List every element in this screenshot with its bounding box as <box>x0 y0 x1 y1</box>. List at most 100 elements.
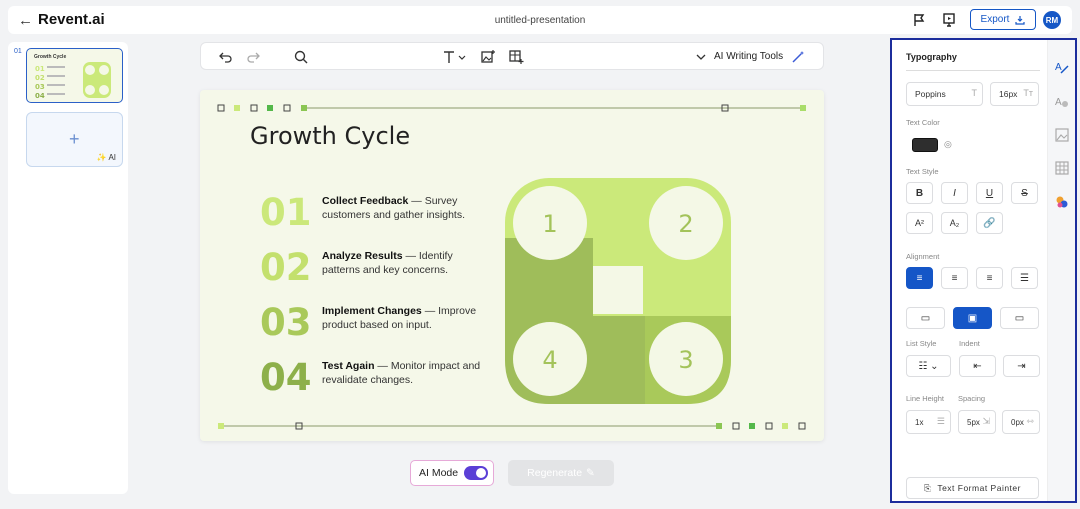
slide-number: 01 <box>14 48 22 55</box>
step-heading: Test Again <box>322 360 375 372</box>
spacing-icon: ⇲ <box>982 416 990 426</box>
strikethrough-button[interactable]: S <box>1011 182 1038 204</box>
svg-text:02: 02 <box>35 74 45 82</box>
image-add-icon[interactable] <box>480 49 496 65</box>
valign-top-icon: ▭ <box>920 312 931 324</box>
slide-title[interactable]: Growth Cycle <box>250 122 410 150</box>
sparkle-icon: ✨ <box>96 153 107 162</box>
add-slide-button[interactable]: + ✨ AI <box>26 112 123 167</box>
step-heading: Implement Changes <box>322 305 422 317</box>
search-icon[interactable] <box>293 49 309 65</box>
slides-panel: 01 Growth Cycle 01 02 03 04 + ✨ AI <box>8 42 128 494</box>
typography-tab-icon[interactable]: A <box>1055 60 1069 74</box>
ai-mode-toggle[interactable] <box>464 466 488 480</box>
line-height-label: Line Height <box>906 394 944 403</box>
theme-tab-icon[interactable] <box>1055 195 1069 209</box>
cycle-label: 1 <box>542 210 557 238</box>
slide-thumbnail[interactable]: Growth Cycle 01 02 03 04 <box>26 48 123 103</box>
align-center-button[interactable]: ≡ <box>941 267 968 289</box>
font-size-input[interactable]: 16px Tт <box>990 82 1039 106</box>
step-number: 01 <box>260 191 312 234</box>
svg-text:A: A <box>1055 97 1062 108</box>
svg-text:03: 03 <box>35 83 45 91</box>
letter-spacing-value: 0px <box>1011 417 1024 427</box>
ai-mode-label: AI Mode <box>419 467 459 479</box>
ai-writing-tools-label[interactable]: AI Writing Tools <box>714 51 783 62</box>
table-add-icon[interactable] <box>508 49 524 65</box>
link-button[interactable]: 🔗 <box>976 212 1003 234</box>
text-tool-icon[interactable] <box>442 49 468 65</box>
ai-generate-badge[interactable]: ✨ AI <box>97 153 116 162</box>
chevron-down-icon[interactable] <box>693 49 709 65</box>
bold-button[interactable]: B <box>906 182 933 204</box>
typography-panel: Typography Poppins T 16px Tт Text Color … <box>890 38 1077 503</box>
cycle-label: 4 <box>542 346 557 374</box>
shapes-tab-icon[interactable]: A <box>1055 95 1069 109</box>
ai-mode-control[interactable]: AI Mode <box>410 460 494 486</box>
ai-label: AI <box>108 153 116 162</box>
thumbnail-graphic: 01 02 03 04 <box>35 62 111 100</box>
svg-text:04: 04 <box>35 92 45 100</box>
editor-toolbar: AI Writing Tools <box>200 42 824 70</box>
font-size-icon: Tт <box>1023 88 1033 98</box>
spacing-input[interactable]: 5px ⇲ <box>958 410 996 434</box>
indent-increase-button[interactable]: ⇥ <box>1003 355 1040 377</box>
subscript-button[interactable]: A₂ <box>941 212 968 234</box>
step-heading: Collect Feedback <box>322 195 409 207</box>
align-left-button[interactable]: ≡ <box>906 267 933 289</box>
font-family-select[interactable]: Poppins T <box>906 82 983 106</box>
flag-icon[interactable] <box>911 12 927 28</box>
growth-cycle-graphic[interactable]: 1 2 3 4 <box>505 178 735 408</box>
valign-middle-button[interactable]: ▣ <box>953 307 992 329</box>
palette-icon[interactable]: ◎ <box>944 139 952 150</box>
indent-decrease-icon: ⇤ <box>973 360 982 372</box>
text-color-swatch[interactable] <box>912 138 938 152</box>
valign-bottom-icon: ▭ <box>1014 312 1025 324</box>
line-height-input[interactable]: 1x ☰ <box>906 410 951 434</box>
indent-increase-icon: ⇥ <box>1017 360 1026 372</box>
valign-top-button[interactable]: ▭ <box>906 307 945 329</box>
font-size-value: 16px <box>999 89 1018 99</box>
step-text: Test Again — Monitor impact and revalida… <box>322 360 492 387</box>
plus-icon: + <box>69 129 80 149</box>
indent-decrease-button[interactable]: ⇤ <box>959 355 996 377</box>
image-tab-icon[interactable] <box>1055 128 1069 142</box>
list-style-select[interactable]: ☷ ⌄ <box>906 355 951 377</box>
valign-middle-icon: ▣ <box>967 312 978 324</box>
top-bar: ← Revent.ai untitled-presentation Export… <box>8 6 1072 34</box>
paint-roller-icon: ⎘ <box>924 482 932 493</box>
valign-bottom-button[interactable]: ▭ <box>1000 307 1039 329</box>
letter-spacing-input[interactable]: 0px ⇿ <box>1002 410 1040 434</box>
slide-canvas[interactable]: Growth Cycle 01 Collect Feedback — Surve… <box>200 90 824 441</box>
text-icon: T <box>971 88 978 98</box>
magic-wand-icon: ✎ <box>586 467 595 479</box>
cycle-label: 2 <box>678 210 693 238</box>
step-text: Collect Feedback — Survey customers and … <box>322 195 492 222</box>
link-icon: 🔗 <box>983 217 996 229</box>
letter-spacing-icon: ⇿ <box>1026 416 1034 426</box>
user-avatar[interactable]: RM <box>1043 11 1061 29</box>
italic-button[interactable]: I <box>941 182 968 204</box>
text-color-label: Text Color <box>906 118 940 127</box>
painter-label: Text Format Painter <box>937 483 1021 493</box>
text-format-painter-button[interactable]: ⎘ Text Format Painter <box>906 477 1039 499</box>
list-icon: ☷ ⌄ <box>918 360 939 372</box>
undo-icon[interactable] <box>218 49 234 65</box>
indent-label: Indent <box>959 339 980 348</box>
underline-button[interactable]: U <box>976 182 1003 204</box>
magic-wand-icon[interactable] <box>790 49 806 65</box>
export-button[interactable]: Export <box>970 9 1036 30</box>
table-tab-icon[interactable] <box>1055 161 1069 175</box>
redo-icon[interactable] <box>245 49 261 65</box>
superscript-button[interactable]: A² <box>906 212 933 234</box>
regenerate-label: Regenerate <box>527 467 583 479</box>
step-heading: Analyze Results <box>322 250 403 262</box>
step-number: 03 <box>260 301 312 344</box>
align-justify-button[interactable]: ☰ <box>1011 267 1038 289</box>
regenerate-button[interactable]: Regenerate ✎ <box>508 460 614 486</box>
align-center-icon: ≡ <box>951 272 958 284</box>
alignment-label: Alignment <box>906 252 940 261</box>
align-right-icon: ≡ <box>986 272 993 284</box>
present-icon[interactable] <box>941 12 957 28</box>
align-right-button[interactable]: ≡ <box>976 267 1003 289</box>
